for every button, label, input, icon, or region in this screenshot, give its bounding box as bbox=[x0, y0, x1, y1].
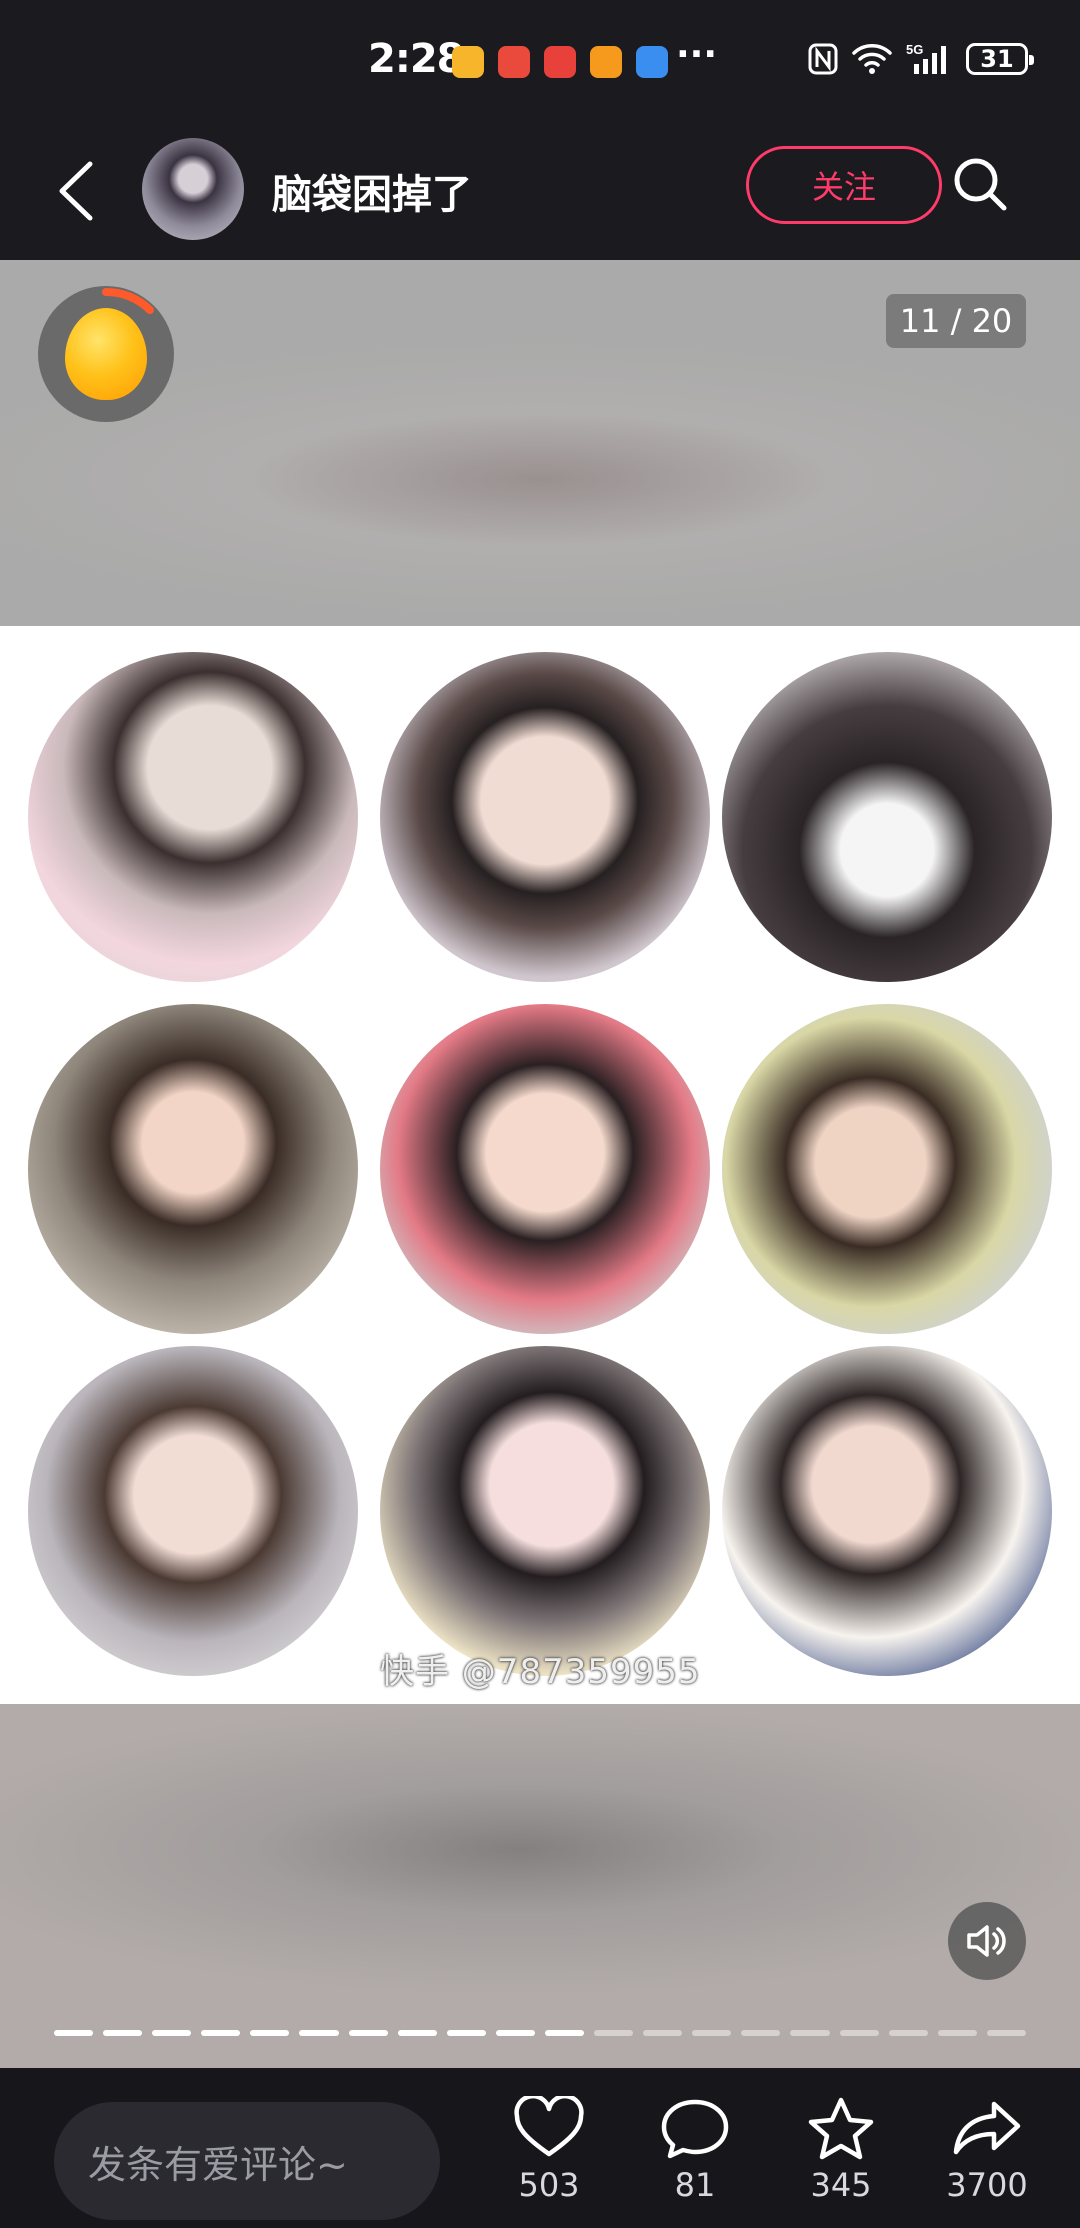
share-icon bbox=[953, 2101, 1021, 2155]
svg-text:5G: 5G bbox=[906, 42, 923, 57]
avatar-photo bbox=[380, 652, 710, 982]
progress-segment bbox=[54, 2030, 94, 2036]
progress-segment bbox=[643, 2030, 683, 2036]
progress-segment bbox=[103, 2030, 143, 2036]
avatar-photo bbox=[722, 652, 1052, 982]
avatar-photo bbox=[722, 1004, 1052, 1334]
watermark-text: 快手 @787359955 bbox=[380, 1652, 701, 1692]
avatar-photo bbox=[380, 1346, 710, 1676]
comment-input[interactable]: 发条有爱评论~ bbox=[54, 2102, 440, 2220]
progress-segment bbox=[299, 2030, 339, 2036]
blurred-background-bottom bbox=[0, 1704, 1080, 2068]
video-app-icon bbox=[498, 46, 530, 78]
more-notifications-icon: ··· bbox=[676, 34, 718, 75]
notification-icons bbox=[452, 46, 668, 78]
system-indicators: 5G 31 bbox=[808, 42, 1034, 76]
status-time: 2:28 bbox=[368, 36, 464, 82]
username[interactable]: 脑袋困掉了 bbox=[272, 162, 472, 220]
status-bar: 2:28 ··· 5G 31 bbox=[0, 0, 1080, 124]
weibo-icon bbox=[452, 46, 484, 78]
like-button[interactable]: 503 bbox=[494, 2093, 604, 2204]
shopping-app-icon bbox=[590, 46, 622, 78]
signal-5g-icon: 5G bbox=[906, 42, 946, 74]
progress-segment bbox=[692, 2030, 732, 2036]
progress-segment bbox=[446, 2030, 486, 2036]
progress-segment bbox=[790, 2030, 830, 2036]
mail-app-icon bbox=[544, 46, 576, 78]
bottom-action-bar: 发条有爱评论~ 503 81 345 3700 bbox=[0, 2068, 1080, 2228]
comment-count: 81 bbox=[674, 2166, 716, 2204]
avatar-photo bbox=[28, 1346, 358, 1676]
image-counter: 11 / 20 bbox=[886, 294, 1026, 348]
progress-segment bbox=[201, 2030, 241, 2036]
progress-segment bbox=[495, 2030, 535, 2036]
progress-segment bbox=[544, 2030, 585, 2036]
progress-segment bbox=[594, 2030, 634, 2036]
progress-segment bbox=[397, 2030, 437, 2036]
progress-segment bbox=[839, 2030, 879, 2036]
wifi-icon bbox=[852, 44, 892, 74]
volume-button[interactable] bbox=[948, 1902, 1026, 1980]
upload-app-icon bbox=[636, 46, 668, 78]
progress-segment bbox=[152, 2030, 192, 2036]
progress-segment bbox=[741, 2030, 781, 2036]
progress-segment bbox=[250, 2030, 290, 2036]
progress-segment bbox=[986, 2030, 1026, 2036]
favorite-button[interactable]: 345 bbox=[786, 2096, 896, 2204]
share-count: 3700 bbox=[946, 2166, 1028, 2204]
avatar-photo bbox=[722, 1346, 1052, 1676]
progress-segment bbox=[348, 2030, 388, 2036]
back-icon[interactable] bbox=[52, 158, 102, 224]
avatar-photo bbox=[28, 1004, 358, 1334]
gold-egg-icon bbox=[65, 308, 147, 400]
nfc-icon bbox=[808, 43, 838, 75]
photo-image[interactable]: 快手 @787359955 bbox=[0, 626, 1080, 1704]
progress-segment bbox=[888, 2030, 928, 2036]
comment-button[interactable]: 81 bbox=[640, 2096, 750, 2204]
like-count: 503 bbox=[518, 2166, 580, 2204]
star-icon bbox=[808, 2097, 874, 2160]
share-button[interactable]: 3700 bbox=[932, 2096, 1042, 2204]
follow-button[interactable]: 关注 bbox=[746, 146, 942, 224]
avatar-photo bbox=[28, 652, 358, 982]
comment-icon bbox=[661, 2099, 729, 2159]
battery-indicator: 31 bbox=[966, 43, 1034, 75]
volume-icon bbox=[967, 1925, 1006, 1957]
avatar[interactable] bbox=[142, 138, 244, 240]
favorite-count: 345 bbox=[810, 2166, 872, 2204]
avatar-photo bbox=[380, 1004, 710, 1334]
search-icon[interactable] bbox=[950, 154, 1010, 214]
progress-segment bbox=[937, 2030, 977, 2036]
heart-icon bbox=[514, 2093, 584, 2157]
image-progress-bar bbox=[54, 2030, 1026, 2036]
profile-header: 脑袋困掉了 关注 bbox=[0, 124, 1080, 260]
